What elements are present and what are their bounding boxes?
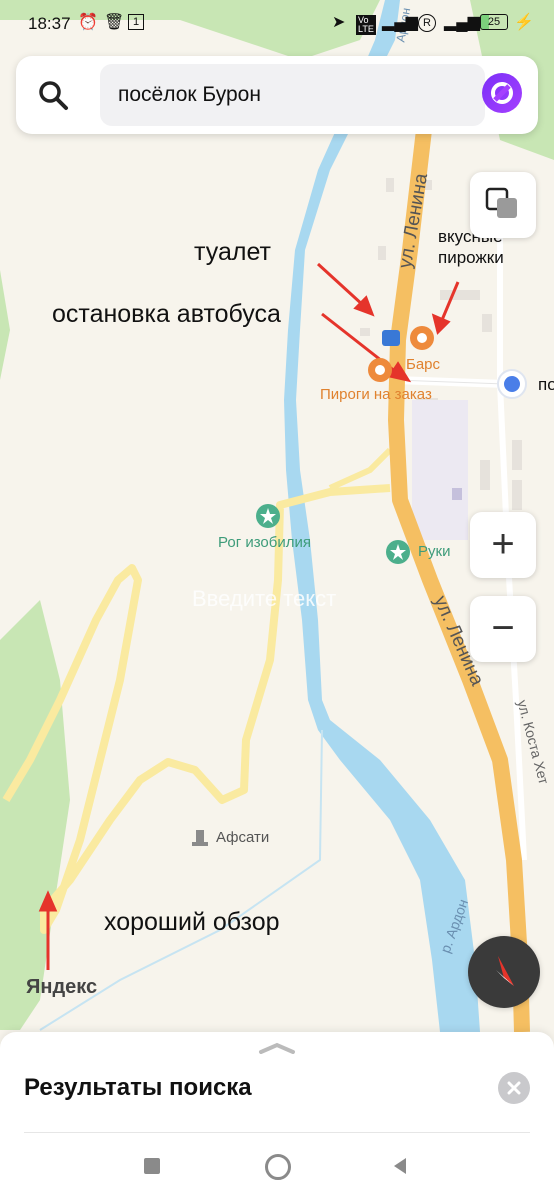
- charging-icon: ⚡: [514, 14, 534, 31]
- poi-label-pirogi: Пироги на заказ: [320, 386, 432, 403]
- map-ghost-text: Введите текст: [192, 586, 337, 611]
- zoom-in-label: +: [491, 522, 515, 566]
- poi-label-rog: Рог изобилия: [218, 534, 311, 551]
- annotation-view: хороший обзор: [104, 908, 280, 936]
- land-parcel: [412, 400, 468, 540]
- poi-label-bars: Барс: [406, 356, 441, 373]
- poi-label-afsati: Афсати: [216, 829, 270, 846]
- toilet-marker[interactable]: [382, 330, 400, 346]
- compass-button[interactable]: [468, 936, 540, 1008]
- alice-voice-button[interactable]: [482, 73, 522, 113]
- results-sheet[interactable]: Результаты поиска: [0, 1032, 554, 1200]
- search-icon[interactable]: [36, 78, 70, 112]
- my-location-marker[interactable]: [497, 369, 527, 399]
- volte-icon: Vo LTE: [356, 15, 376, 35]
- compass-icon: [496, 956, 514, 986]
- layers-button[interactable]: [470, 172, 536, 238]
- search-query: посёлок Бурон: [118, 83, 261, 106]
- building: [452, 488, 462, 500]
- sheet-handle-icon[interactable]: [257, 1042, 297, 1054]
- home-icon[interactable]: [265, 1154, 291, 1180]
- delete-icon: 🗑: [104, 14, 125, 31]
- yandex-watermark: Яндекс: [26, 976, 98, 998]
- search-bar: посёлок Бурон: [16, 56, 538, 134]
- search-input[interactable]: посёлок Бурон: [100, 64, 485, 126]
- place-marker-rog[interactable]: [256, 504, 280, 528]
- roaming-icon: R: [418, 14, 436, 32]
- zoom-out-button[interactable]: −: [470, 596, 536, 662]
- close-button[interactable]: [498, 1072, 530, 1104]
- close-icon: [507, 1081, 521, 1095]
- cafe-marker-bars[interactable]: [410, 326, 434, 350]
- sheet-title: Результаты поиска: [24, 1074, 252, 1101]
- poi-label-ruki: Руки: [418, 543, 451, 560]
- status-bar: 18:37 ⏰ 🗑 1 ➤ Vo LTE ▂▄▆ R ▂▄▆ 25 ⚡: [0, 0, 554, 48]
- divider: [24, 1132, 530, 1133]
- alarm-icon: ⏰: [78, 14, 98, 31]
- signal-icon: ▂▄▆: [382, 14, 418, 31]
- back-icon[interactable]: [390, 1156, 410, 1176]
- poi-label-edge: по: [538, 375, 554, 394]
- zoom-out-label: −: [491, 606, 515, 650]
- annotation-toilet: туалет: [194, 238, 271, 266]
- alice-icon: [491, 82, 513, 104]
- location-icon: ➤: [332, 14, 346, 31]
- recents-icon[interactable]: [144, 1158, 160, 1174]
- battery-icon: 25: [480, 14, 508, 30]
- sim-1-icon: 1: [128, 14, 144, 30]
- annotation-bus-stop: остановка автобуса: [52, 300, 281, 328]
- cafe-marker-pirogi[interactable]: [368, 358, 392, 382]
- status-time: 18:37: [28, 14, 71, 33]
- place-marker-ruki[interactable]: [386, 540, 410, 564]
- system-nav-bar: [0, 1148, 554, 1200]
- zoom-in-button[interactable]: +: [470, 512, 536, 578]
- layers-icon: [485, 187, 517, 218]
- signal-icon: ▂▄▆: [444, 14, 480, 31]
